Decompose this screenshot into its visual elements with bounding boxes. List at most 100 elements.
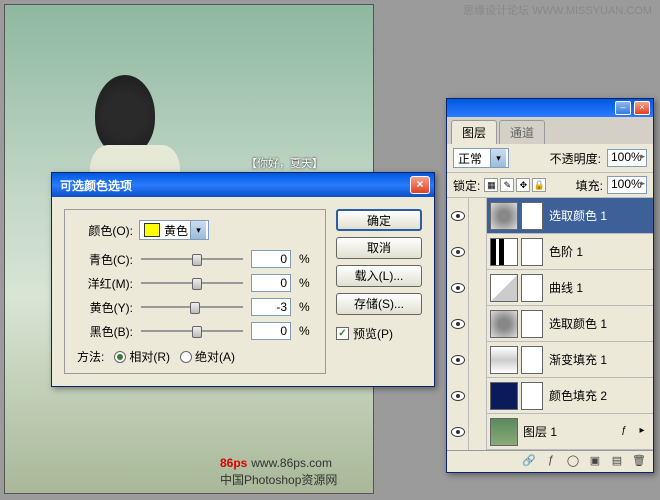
method-relative-radio[interactable]: 相对(R) xyxy=(114,348,170,365)
cancel-button[interactable]: 取消 xyxy=(336,237,422,259)
link-cell[interactable] xyxy=(469,198,487,234)
visibility-toggle[interactable] xyxy=(447,306,469,342)
eye-icon xyxy=(451,211,465,221)
slider-1[interactable] xyxy=(141,274,243,292)
slider-0[interactable] xyxy=(141,250,243,268)
radio-on-icon xyxy=(114,351,126,363)
fill-label: 填充: xyxy=(576,177,603,194)
color-swatch-icon xyxy=(144,223,160,237)
color-dropdown[interactable]: 黄色 xyxy=(139,220,209,240)
layer-row[interactable]: 色阶 1 xyxy=(447,234,653,270)
layer-thumb-icon xyxy=(490,238,518,266)
visibility-toggle[interactable] xyxy=(447,198,469,234)
tab-channels[interactable]: 通道 xyxy=(499,120,545,144)
panel-titlebar[interactable]: – × xyxy=(447,99,653,117)
eye-icon xyxy=(451,247,465,257)
slider-label-2: 黄色(Y): xyxy=(77,299,133,316)
visibility-toggle[interactable] xyxy=(447,342,469,378)
link-cell[interactable] xyxy=(469,342,487,378)
layer-thumb-icon xyxy=(490,418,518,446)
layer-name: 选取颜色 1 xyxy=(547,207,653,224)
slider-label-0: 青色(C): xyxy=(77,251,133,268)
visibility-toggle[interactable] xyxy=(447,414,469,450)
slider-input-1[interactable] xyxy=(251,274,291,292)
link-layers-icon[interactable]: 🔗 xyxy=(521,454,537,470)
slider-2[interactable] xyxy=(141,298,243,316)
close-icon[interactable]: × xyxy=(410,176,430,194)
color-dropdown-value: 黄色 xyxy=(164,222,188,239)
layer-mask-thumb xyxy=(521,274,543,302)
link-cell[interactable] xyxy=(469,378,487,414)
layer-row[interactable]: 选取颜色 1 xyxy=(447,198,653,234)
method-absolute-radio[interactable]: 绝对(A) xyxy=(180,348,235,365)
logo-text: 86ps www.86ps.com xyxy=(220,454,332,470)
color-fieldset: 颜色(O): 黄色 青色(C): %洋红(M): %黄色(Y): %黑色(B):… xyxy=(64,209,326,374)
layer-mask-icon[interactable]: ◯ xyxy=(565,454,581,470)
ok-button[interactable]: 确定 xyxy=(336,209,422,231)
slider-label-3: 黑色(B): xyxy=(77,323,133,340)
panel-close-icon[interactable]: × xyxy=(634,101,650,115)
dialog-titlebar[interactable]: 可选颜色选项 × xyxy=(52,173,434,197)
lock-all-icon[interactable]: 🔒 xyxy=(532,178,546,192)
preview-checkbox[interactable]: ✓ xyxy=(336,327,349,340)
layer-name: 图层 1 xyxy=(521,423,617,440)
layer-fx-icon[interactable]: ƒ xyxy=(617,425,631,439)
save-button[interactable]: 存储(S)... xyxy=(336,293,422,315)
layer-name: 色阶 1 xyxy=(547,243,653,260)
layer-menu-icon[interactable]: ▸ xyxy=(635,425,649,439)
load-button[interactable]: 载入(L)... xyxy=(336,265,422,287)
layer-name: 颜色填充 2 xyxy=(547,387,653,404)
layer-thumb-icon xyxy=(490,346,518,374)
new-group-icon[interactable]: ▣ xyxy=(587,454,603,470)
layer-mask-thumb xyxy=(521,238,543,266)
visibility-toggle[interactable] xyxy=(447,270,469,306)
fill-input[interactable]: 100% xyxy=(607,176,647,194)
slider-input-0[interactable] xyxy=(251,250,291,268)
lock-paint-icon[interactable]: ✎ xyxy=(500,178,514,192)
layer-mask-thumb xyxy=(521,382,543,410)
opacity-input[interactable]: 100% xyxy=(607,149,647,167)
lock-label: 锁定: xyxy=(453,177,480,194)
layers-panel: – × 图层 通道 正常 不透明度: 100% 锁定: ▦ ✎ ✥ 🔒 填充: … xyxy=(446,98,654,473)
layer-thumb-icon xyxy=(490,382,518,410)
lock-move-icon[interactable]: ✥ xyxy=(516,178,530,192)
lock-transparent-icon[interactable]: ▦ xyxy=(484,178,498,192)
layer-row[interactable]: 渐变填充 1 xyxy=(447,342,653,378)
layer-style-icon[interactable]: ƒ xyxy=(543,454,559,470)
link-cell[interactable] xyxy=(469,234,487,270)
link-cell[interactable] xyxy=(469,414,487,450)
visibility-toggle[interactable] xyxy=(447,234,469,270)
minimize-icon[interactable]: – xyxy=(615,101,631,115)
layer-row[interactable]: 图层 1 ƒ ▸ xyxy=(447,414,653,450)
panel-footer: 🔗 ƒ ◯ ▣ ▤ 🗑 xyxy=(447,450,653,472)
link-cell[interactable] xyxy=(469,270,487,306)
layer-row[interactable]: 颜色填充 2 xyxy=(447,378,653,414)
layer-mask-thumb xyxy=(521,310,543,338)
delete-layer-icon[interactable]: 🗑 xyxy=(631,454,647,470)
eye-icon xyxy=(451,319,465,329)
preview-label: 预览(P) xyxy=(353,325,393,342)
slider-3[interactable] xyxy=(141,322,243,340)
layer-row[interactable]: 选取颜色 1 xyxy=(447,306,653,342)
layer-mask-thumb xyxy=(521,346,543,374)
slider-input-2[interactable] xyxy=(251,298,291,316)
layer-name: 曲线 1 xyxy=(547,279,653,296)
link-cell[interactable] xyxy=(469,306,487,342)
layer-thumb-icon xyxy=(490,202,518,230)
visibility-toggle[interactable] xyxy=(447,378,469,414)
tab-layers[interactable]: 图层 xyxy=(451,120,497,144)
blend-mode-dropdown[interactable]: 正常 xyxy=(453,148,509,168)
layer-thumb-icon xyxy=(490,274,518,302)
selective-color-dialog: 可选颜色选项 × 颜色(O): 黄色 青色(C): %洋红(M): %黄色(Y)… xyxy=(51,172,435,387)
method-label: 方法: xyxy=(77,348,104,365)
layer-row[interactable]: 曲线 1 xyxy=(447,270,653,306)
dialog-title: 可选颜色选项 xyxy=(56,177,410,194)
new-layer-icon[interactable]: ▤ xyxy=(609,454,625,470)
layer-thumb-icon xyxy=(490,310,518,338)
slider-input-3[interactable] xyxy=(251,322,291,340)
slider-label-1: 洋红(M): xyxy=(77,275,133,292)
eye-icon xyxy=(451,391,465,401)
eye-icon xyxy=(451,283,465,293)
radio-off-icon xyxy=(180,351,192,363)
color-label: 颜色(O): xyxy=(77,222,133,239)
